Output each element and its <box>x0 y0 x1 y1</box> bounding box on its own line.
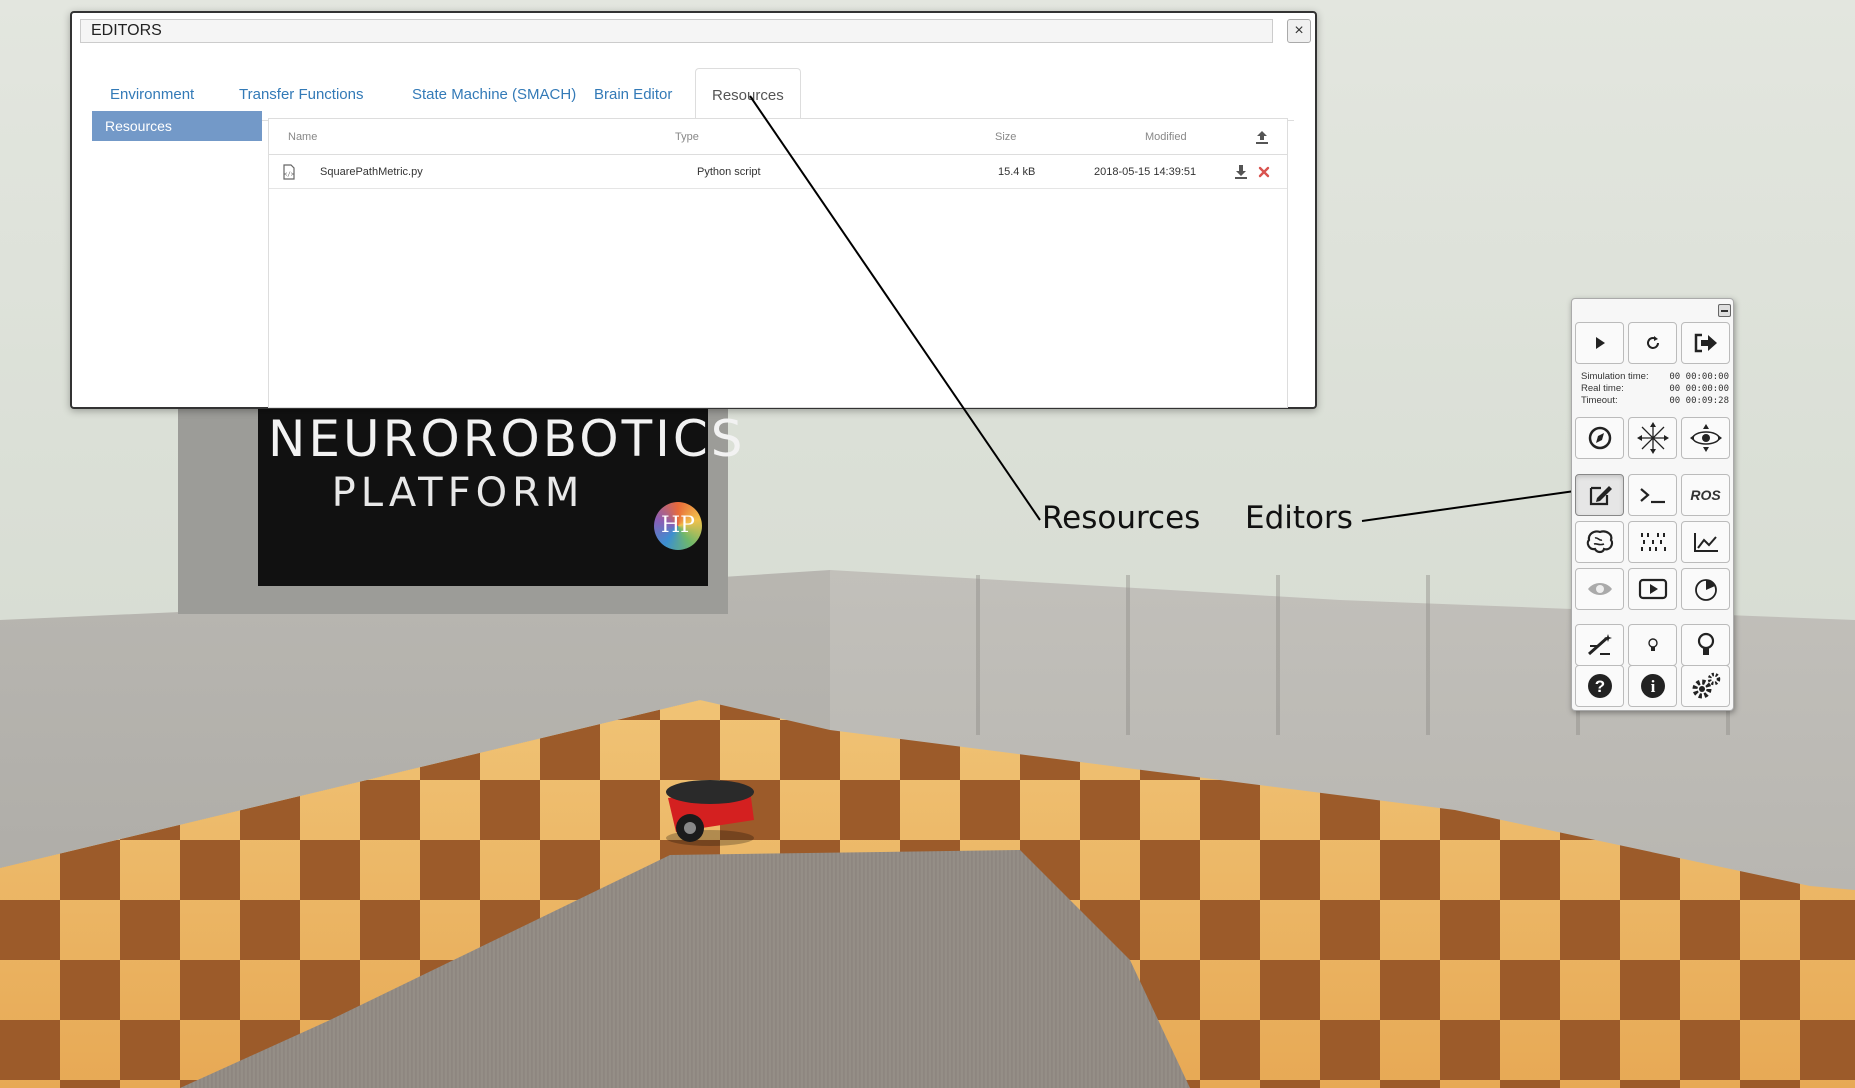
timeout-label: Timeout: <box>1581 395 1618 406</box>
wand-button[interactable] <box>1575 624 1624 666</box>
svg-text:?: ? <box>1594 677 1604 696</box>
eye-button[interactable] <box>1575 568 1624 610</box>
light-small-icon <box>1647 638 1658 651</box>
orbit-button[interactable] <box>1681 417 1730 459</box>
timer-icon <box>1694 579 1717 601</box>
plot-button[interactable] <box>1681 521 1730 563</box>
download-icon[interactable] <box>1233 164 1249 180</box>
eye-icon <box>1587 583 1612 595</box>
exit-icon <box>1694 333 1717 353</box>
table-row[interactable]: </> SquarePathMetric.py Python script 15… <box>269 155 1287 189</box>
editor-tabs: Environment Transfer Functions State Mac… <box>94 68 1294 122</box>
timeout-value: 00 00:09:28 <box>1669 396 1729 406</box>
column-type[interactable]: Type <box>675 119 699 155</box>
wand-icon <box>1587 634 1612 656</box>
minimize-button[interactable] <box>1718 304 1731 317</box>
sign-title: NEUROROBOTICS <box>268 410 746 468</box>
sidebar-item-resources[interactable]: Resources <box>92 111 262 141</box>
simulation-time-label: Simulation time: <box>1581 371 1649 382</box>
navigation-icon <box>1588 426 1611 450</box>
file-list: Name Type Size Modified </> SquarePathMe… <box>268 118 1288 408</box>
brain-button[interactable] <box>1575 521 1624 563</box>
plot-icon <box>1693 533 1718 552</box>
move-icon <box>1636 422 1669 454</box>
info-button[interactable]: i <box>1628 665 1677 707</box>
file-name[interactable]: SquarePathMetric.py <box>320 155 423 189</box>
ros-button[interactable]: ROS <box>1681 474 1730 516</box>
terminal-icon <box>1639 488 1665 504</box>
tab-resources[interactable]: Resources <box>695 68 801 122</box>
simulation-time-value: 00 00:00:00 <box>1669 372 1729 382</box>
real-time-label: Real time: <box>1581 383 1624 394</box>
upload-icon[interactable] <box>1254 130 1270 146</box>
file-type: Python script <box>697 166 761 178</box>
resources-annotation: Resources <box>1042 500 1201 536</box>
play-button[interactable] <box>1575 322 1624 364</box>
tab-brain-editor[interactable]: Brain Editor <box>578 68 688 121</box>
editors-window: EDITORS × Environment Transfer Functions… <box>70 11 1317 409</box>
brain-icon <box>1586 530 1613 554</box>
help-icon: ? <box>1587 674 1612 698</box>
column-modified[interactable]: Modified <box>1145 119 1187 155</box>
simulation-times: Simulation time: 00 00:00:00 Real time: 00… <box>1581 371 1729 407</box>
tab-state-machine[interactable]: State Machine (SMACH) <box>396 68 592 121</box>
file-list-header: Name Type Size Modified <box>269 119 1287 155</box>
spike-train-button[interactable] <box>1628 521 1677 563</box>
navigation-button[interactable] <box>1575 417 1624 459</box>
svg-text:</>: </> <box>284 171 295 178</box>
move-button[interactable] <box>1628 417 1677 459</box>
file-modified: 2018-05-15 14:39:51 <box>1094 166 1197 178</box>
ros-icon: ROS <box>1690 487 1721 503</box>
play-icon <box>1595 337 1605 349</box>
settings-button[interactable] <box>1681 665 1730 707</box>
help-button[interactable]: ? <box>1575 665 1624 707</box>
video-icon <box>1638 578 1667 600</box>
editors-title[interactable]: EDITORS <box>80 19 1273 43</box>
info-icon: i <box>1640 674 1665 698</box>
timer-button[interactable] <box>1681 568 1730 610</box>
editors-annotation: Editors <box>1245 500 1353 536</box>
reset-icon <box>1646 336 1659 349</box>
column-size[interactable]: Size <box>995 119 1016 155</box>
hbp-logo: HP <box>654 502 702 550</box>
light-decrease-button[interactable] <box>1628 624 1677 666</box>
delete-icon[interactable] <box>1258 166 1270 178</box>
real-time-value: 00 00:00:00 <box>1669 384 1729 394</box>
simulation-control-panel: Simulation time: 00 00:00:00 Real time: 00… <box>1571 298 1734 711</box>
robot[interactable] <box>660 768 760 848</box>
editors-button[interactable] <box>1575 474 1624 516</box>
exit-button[interactable] <box>1681 322 1730 364</box>
svg-text:i: i <box>1650 677 1655 696</box>
file-size: 15.4 kB <box>998 166 1036 178</box>
light-increase-button[interactable] <box>1681 624 1730 666</box>
file-code-icon: </> <box>283 164 295 180</box>
orbit-icon <box>1689 424 1722 452</box>
edit-icon <box>1589 486 1612 506</box>
settings-icon <box>1692 672 1720 699</box>
reset-button[interactable] <box>1628 322 1677 364</box>
terminal-button[interactable] <box>1628 474 1677 516</box>
close-button[interactable]: × <box>1287 19 1311 43</box>
column-name[interactable]: Name <box>288 119 317 155</box>
spike-train-icon <box>1640 533 1666 551</box>
sign-subtitle: PLATFORM <box>331 470 585 516</box>
light-large-icon <box>1697 632 1714 655</box>
video-button[interactable] <box>1628 568 1677 610</box>
